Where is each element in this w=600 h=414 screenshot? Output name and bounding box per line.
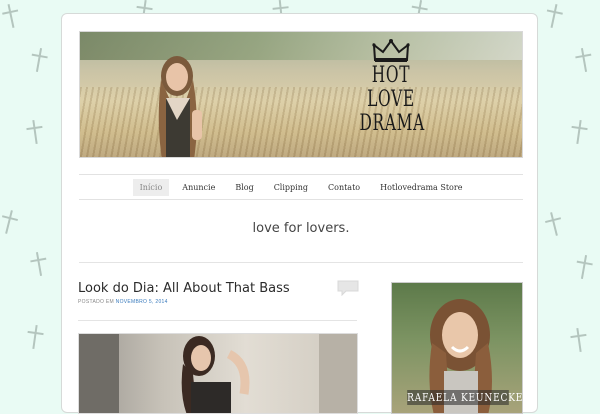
cross-icon <box>568 119 589 145</box>
post-meta-prefix: POSTADO EM <box>78 299 114 305</box>
cross-icon <box>28 47 50 74</box>
sidebar-profile-image[interactable]: RAFAELA KEUNECKE <box>391 282 523 414</box>
banner-photo-girl <box>158 56 202 157</box>
logo-line-hot: HOT <box>371 63 411 88</box>
site-tagline: love for lovers. <box>252 221 350 236</box>
nav-item-store[interactable]: Hotlovedrama Store <box>373 179 469 196</box>
cross-icon <box>0 208 21 236</box>
cross-icon <box>573 47 595 74</box>
post-date-link[interactable]: NOVEMBRO 5, 2014 <box>116 299 168 305</box>
comment-bubble-icon[interactable] <box>337 280 359 296</box>
cross-icon <box>542 210 565 238</box>
cross-icon <box>0 2 22 29</box>
cross-icon <box>568 327 589 353</box>
cross-icon <box>573 254 595 281</box>
post-meta: POSTADO EM NOVEMBRO 5, 2014 <box>78 299 168 305</box>
logo-line-love: LOVE <box>367 87 415 112</box>
nav-item-inicio[interactable]: Início <box>132 178 170 196</box>
cross-icon <box>24 324 45 350</box>
cross-icon <box>28 251 50 278</box>
page-container: HOT LOVE DRAMA Início Anuncie Blog Clipp… <box>61 13 538 414</box>
post-title[interactable]: Look do Dia: All About That Bass <box>78 281 290 296</box>
cross-icon <box>24 119 45 145</box>
main-navigation: Início Anuncie Blog Clipping Contato Hot… <box>79 174 523 200</box>
divider <box>79 262 523 263</box>
cross-icon <box>543 2 566 29</box>
logo-line-drama: DRAMA <box>359 111 425 136</box>
nav-item-anuncie[interactable]: Anuncie <box>175 179 222 196</box>
crown-icon <box>372 39 410 62</box>
post-divider <box>78 320 357 321</box>
nav-item-clipping[interactable]: Clipping <box>267 179 315 196</box>
post-photo <box>79 334 357 413</box>
post-featured-image[interactable] <box>78 333 358 414</box>
nav-item-blog[interactable]: Blog <box>228 179 260 196</box>
header-banner[interactable]: HOT LOVE DRAMA <box>79 31 523 158</box>
sidebar-caption: RAFAELA KEUNECKE <box>407 390 523 405</box>
site-logo[interactable]: HOT LOVE DRAMA <box>346 36 436 156</box>
nav-item-contato[interactable]: Contato <box>321 179 367 196</box>
